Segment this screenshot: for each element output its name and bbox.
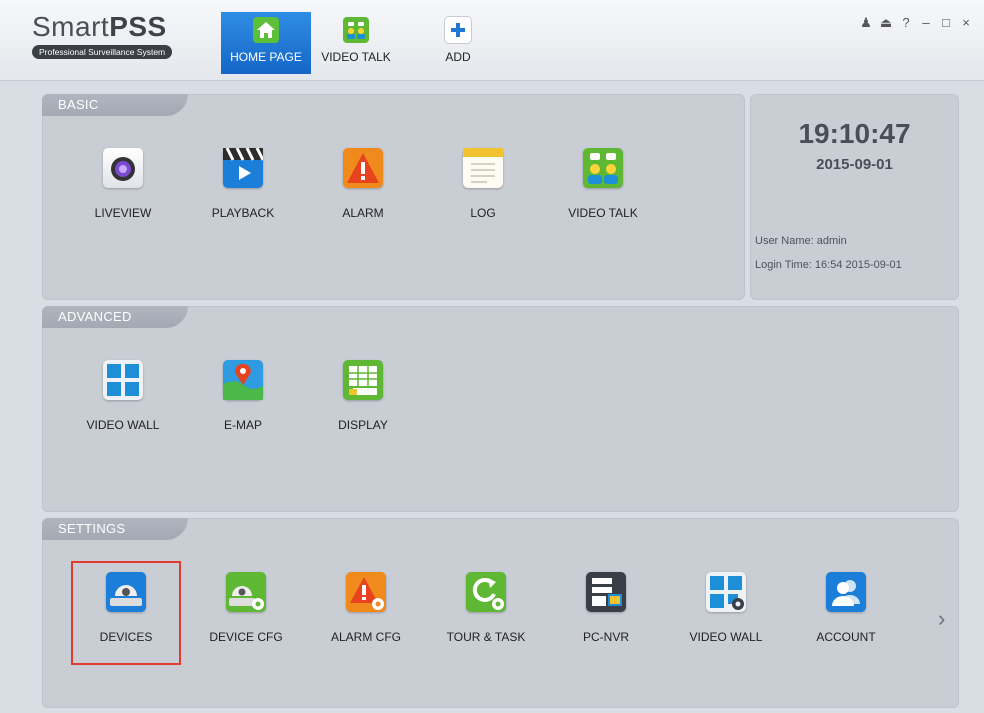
- logo-subtitle: Professional Surveillance System: [32, 45, 173, 59]
- close-button[interactable]: ×: [956, 15, 976, 31]
- device-cfg-app[interactable]: DEVICE CFG: [191, 572, 301, 644]
- tab-video-talk-label: VIDEO TALK: [321, 50, 391, 64]
- alarm-cfg-app[interactable]: ALARM CFG: [311, 572, 421, 644]
- alarm-warning-icon: [343, 148, 383, 188]
- pc-nvr-label: PC-NVR: [582, 630, 629, 644]
- log-label: LOG: [470, 206, 496, 220]
- tab-add[interactable]: ADD: [428, 12, 488, 74]
- clock-date: 2015-09-01: [816, 156, 893, 173]
- devices-app[interactable]: DEVICES: [71, 572, 181, 644]
- window-controls: ♟ ⏏ ? – □ ×: [856, 15, 976, 31]
- liveview-label: LIVEVIEW: [94, 206, 152, 220]
- refresh-gear-icon: [466, 572, 506, 612]
- video-talk-label: VIDEO TALK: [568, 206, 638, 220]
- video-wall-app[interactable]: VIDEO WALL: [68, 360, 178, 432]
- user-name-text: User Name: admin: [755, 235, 847, 247]
- tab-video-talk[interactable]: VIDEO TALK: [318, 12, 394, 74]
- camera-icon: [103, 148, 143, 188]
- video-wall-gear-icon: [706, 572, 746, 612]
- tab-home-page[interactable]: HOME PAGE: [221, 12, 311, 74]
- video-wall-icon: [103, 360, 143, 400]
- app-logo-text: SmartPSS: [32, 12, 202, 42]
- video-wall-label: VIDEO WALL: [86, 418, 160, 432]
- tab-add-label: ADD: [445, 50, 471, 64]
- advanced-panel: ADVANCED VIDEO WALL E-MAP DISPLAY: [42, 306, 959, 512]
- help-icon[interactable]: ?: [896, 15, 916, 31]
- playback-app[interactable]: PLAYBACK: [188, 148, 298, 220]
- login-time-text: Login Time: 16:54 2015-09-01: [755, 259, 902, 271]
- dome-camera-icon: [106, 572, 146, 612]
- tour-task-app[interactable]: TOUR & TASK: [431, 572, 541, 644]
- playback-label: PLAYBACK: [211, 206, 275, 220]
- notepad-icon: [463, 148, 503, 188]
- video-talk-icon: [343, 17, 369, 43]
- alarm-gear-icon: [346, 572, 386, 612]
- video-talk-app[interactable]: VIDEO TALK: [548, 148, 658, 220]
- settings-panel-header: SETTINGS: [42, 518, 188, 540]
- display-label: DISPLAY: [338, 418, 388, 432]
- title-bar: SmartPSS Professional Surveillance Syste…: [0, 0, 984, 81]
- basic-panel-header: BASIC: [42, 94, 188, 116]
- video-wall-cfg-label: VIDEO WALL: [689, 630, 763, 644]
- basic-panel: BASIC LIVEVIEW PLAYBACK ALARM LOG VIDEO …: [42, 94, 745, 300]
- minimize-button[interactable]: –: [916, 15, 936, 31]
- maximize-button[interactable]: □: [936, 15, 956, 31]
- lock-icon[interactable]: ⏏: [876, 15, 896, 31]
- video-talk-icon: [583, 148, 623, 188]
- alarm-app[interactable]: ALARM: [308, 148, 418, 220]
- log-app[interactable]: LOG: [428, 148, 538, 220]
- video-wall-cfg-app[interactable]: VIDEO WALL: [671, 572, 781, 644]
- user-icon[interactable]: ♟: [856, 15, 876, 31]
- nvr-server-icon: [586, 572, 626, 612]
- device-cfg-label: DEVICE CFG: [209, 630, 283, 644]
- app-logo: SmartPSS Professional Surveillance Syste…: [32, 12, 202, 60]
- tab-home-page-label: HOME PAGE: [230, 50, 302, 64]
- account-label: ACCOUNT: [816, 630, 876, 644]
- e-map-label: E-MAP: [223, 418, 262, 432]
- home-icon: [253, 17, 279, 43]
- clock-time: 19:10:47: [798, 118, 911, 149]
- liveview-app[interactable]: LIVEVIEW: [68, 148, 178, 220]
- session-info-panel: 19:10:47 2015-09-01 User Name: admin Log…: [750, 94, 959, 300]
- users-icon: [826, 572, 866, 612]
- display-grid-icon: [343, 360, 383, 400]
- logo-name-plain: Smart: [32, 11, 110, 42]
- tour-task-label: TOUR & TASK: [446, 630, 526, 644]
- next-page-arrow-icon[interactable]: ›: [938, 606, 945, 632]
- settings-panel: SETTINGS DEVICES DEVICE CFG ALARM CFG TO…: [42, 518, 959, 708]
- display-app[interactable]: DISPLAY: [308, 360, 418, 432]
- logo-name-bold: PSS: [109, 11, 167, 42]
- pc-nvr-app[interactable]: PC-NVR: [551, 572, 661, 644]
- alarm-cfg-label: ALARM CFG: [330, 630, 401, 644]
- alarm-label: ALARM: [342, 206, 384, 220]
- account-app[interactable]: ACCOUNT: [791, 572, 901, 644]
- clapperboard-icon: [223, 148, 263, 188]
- map-pin-icon: [223, 360, 263, 400]
- dome-camera-gear-icon: [226, 572, 266, 612]
- plus-icon: [445, 17, 471, 43]
- devices-label: DEVICES: [99, 630, 153, 644]
- advanced-panel-header: ADVANCED: [42, 306, 188, 328]
- e-map-app[interactable]: E-MAP: [188, 360, 298, 432]
